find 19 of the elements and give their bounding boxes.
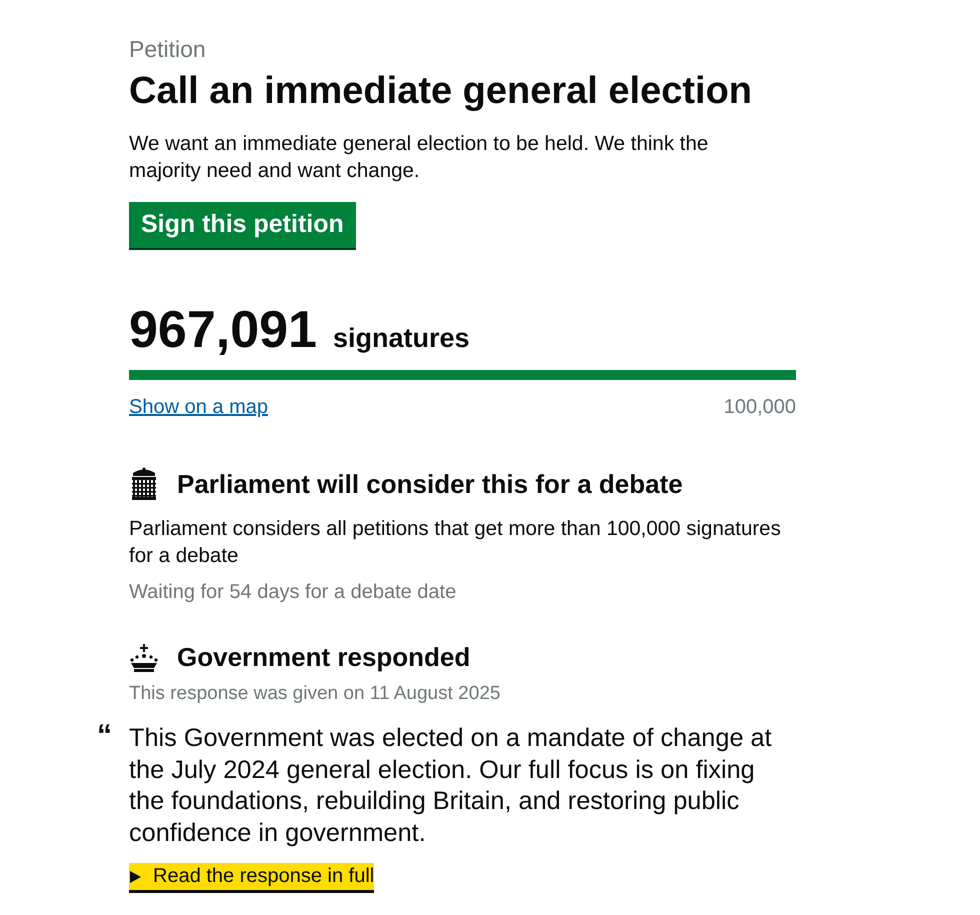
section-note: Waiting for 54 days for a debate date (129, 581, 458, 604)
target-count: 100,000 (724, 396, 796, 419)
triangle-icon (129, 870, 141, 882)
portcullis-icon (129, 467, 159, 501)
crown-icon (129, 644, 159, 672)
petition-summary: We want an immediate general election to be held. We think the majority need and want change. (129, 131, 710, 184)
quote-mark: “ (97, 721, 112, 751)
signature-count: 967,091 (129, 300, 317, 360)
sign-button[interactable]: Sign this petition (129, 202, 356, 248)
section-text: Parliament considers all petitions that get more than 100,000 signatures for a debate (129, 516, 782, 569)
map-link[interactable]: Show on a map (129, 396, 268, 419)
signature-label: signatures (332, 323, 470, 354)
section-heading: Parliament will consider this for a debate (177, 468, 683, 500)
petition-title: Call an immediate general election (129, 70, 753, 112)
section-note: This response was given on 11 August 2025 (129, 683, 502, 705)
section-heading: Government responded (177, 642, 470, 673)
read-response-toggle[interactable]: Read the response in full (129, 863, 374, 890)
page-caption: Petition (129, 36, 207, 62)
response-quote: This Government was elected on a mandate of change at the July 2024 general election. Our full focus is on fixing the foundations, rebuilding Britain, and restoring public confidence in government. (129, 723, 773, 848)
